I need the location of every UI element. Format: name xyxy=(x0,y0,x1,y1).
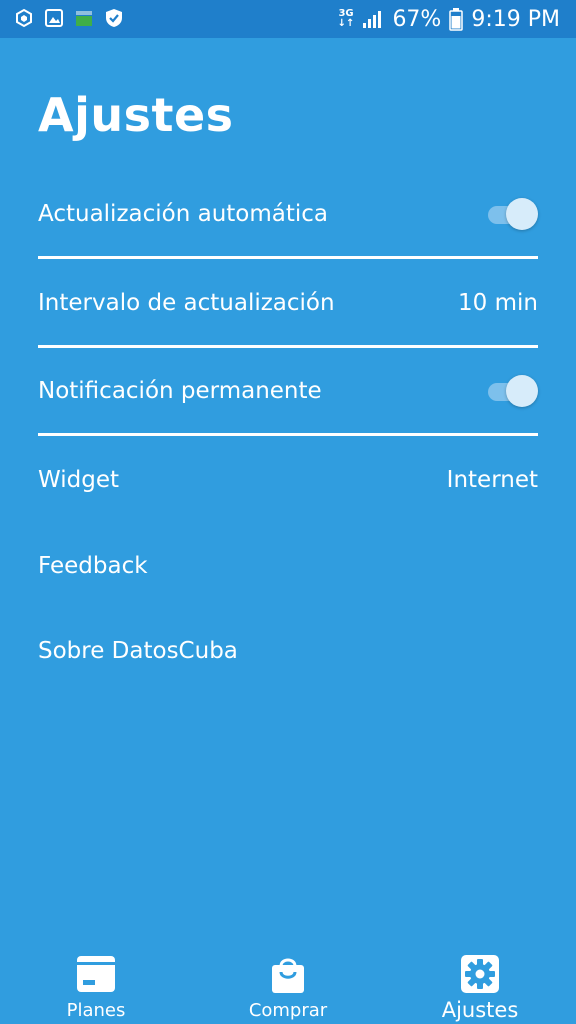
auto-update-toggle[interactable] xyxy=(486,197,538,231)
setting-auto-update[interactable]: Actualización automática xyxy=(38,170,538,258)
setting-update-interval[interactable]: Intervalo de actualización 10 min xyxy=(38,259,538,347)
permanent-notification-toggle[interactable] xyxy=(486,374,538,408)
signal-icon xyxy=(363,11,382,28)
data-app-notification-icon xyxy=(76,11,92,26)
update-interval-label: Intervalo de actualización xyxy=(38,290,335,316)
widget-label: Widget xyxy=(38,467,119,493)
bottom-navigation: Planes Comprar Ajustes xyxy=(0,932,576,1024)
page-title: Ajustes xyxy=(38,88,234,142)
nav-planes-label: Planes xyxy=(66,1000,126,1021)
nav-comprar[interactable]: Comprar xyxy=(213,932,363,1024)
setting-permanent-notification[interactable]: Notificación permanente xyxy=(38,347,538,435)
widget-value: Internet xyxy=(446,467,538,493)
gear-icon xyxy=(461,955,499,993)
auto-update-label: Actualización automática xyxy=(38,201,329,227)
notification-icons xyxy=(14,8,124,28)
permanent-notification-label: Notificación permanente xyxy=(38,378,322,404)
nav-ajustes[interactable]: Ajustes xyxy=(405,932,555,1024)
nav-comprar-label: Comprar xyxy=(248,1000,328,1021)
clock: 9:19 PM xyxy=(471,6,560,32)
battery-icon xyxy=(449,8,464,31)
nav-ajustes-label: Ajustes xyxy=(441,998,519,1022)
update-interval-value: 10 min xyxy=(458,290,538,316)
toggle-thumb xyxy=(506,198,538,230)
shopping-bag-icon xyxy=(272,958,304,993)
status-right: 3G ↓↑ 67% 9:19 PM xyxy=(338,4,560,34)
shield-check-icon xyxy=(106,9,122,27)
setting-about[interactable]: Sobre DatosCuba xyxy=(38,607,538,695)
card-icon xyxy=(77,956,115,992)
toggle-thumb xyxy=(506,375,538,407)
cube-notification-icon xyxy=(16,8,32,28)
setting-feedback[interactable]: Feedback xyxy=(38,522,538,610)
feedback-label: Feedback xyxy=(38,553,148,579)
about-label: Sobre DatosCuba xyxy=(38,638,238,664)
battery-percent: 67% xyxy=(392,6,442,32)
network-type: 3G ↓↑ xyxy=(338,9,355,29)
status-bar: 3G ↓↑ 67% 9:19 PM xyxy=(0,0,576,38)
setting-widget[interactable]: Widget Internet xyxy=(38,436,538,524)
network-activity: ↓↑ xyxy=(337,18,355,29)
nav-planes[interactable]: Planes xyxy=(21,932,171,1024)
image-notification-icon xyxy=(45,9,63,27)
